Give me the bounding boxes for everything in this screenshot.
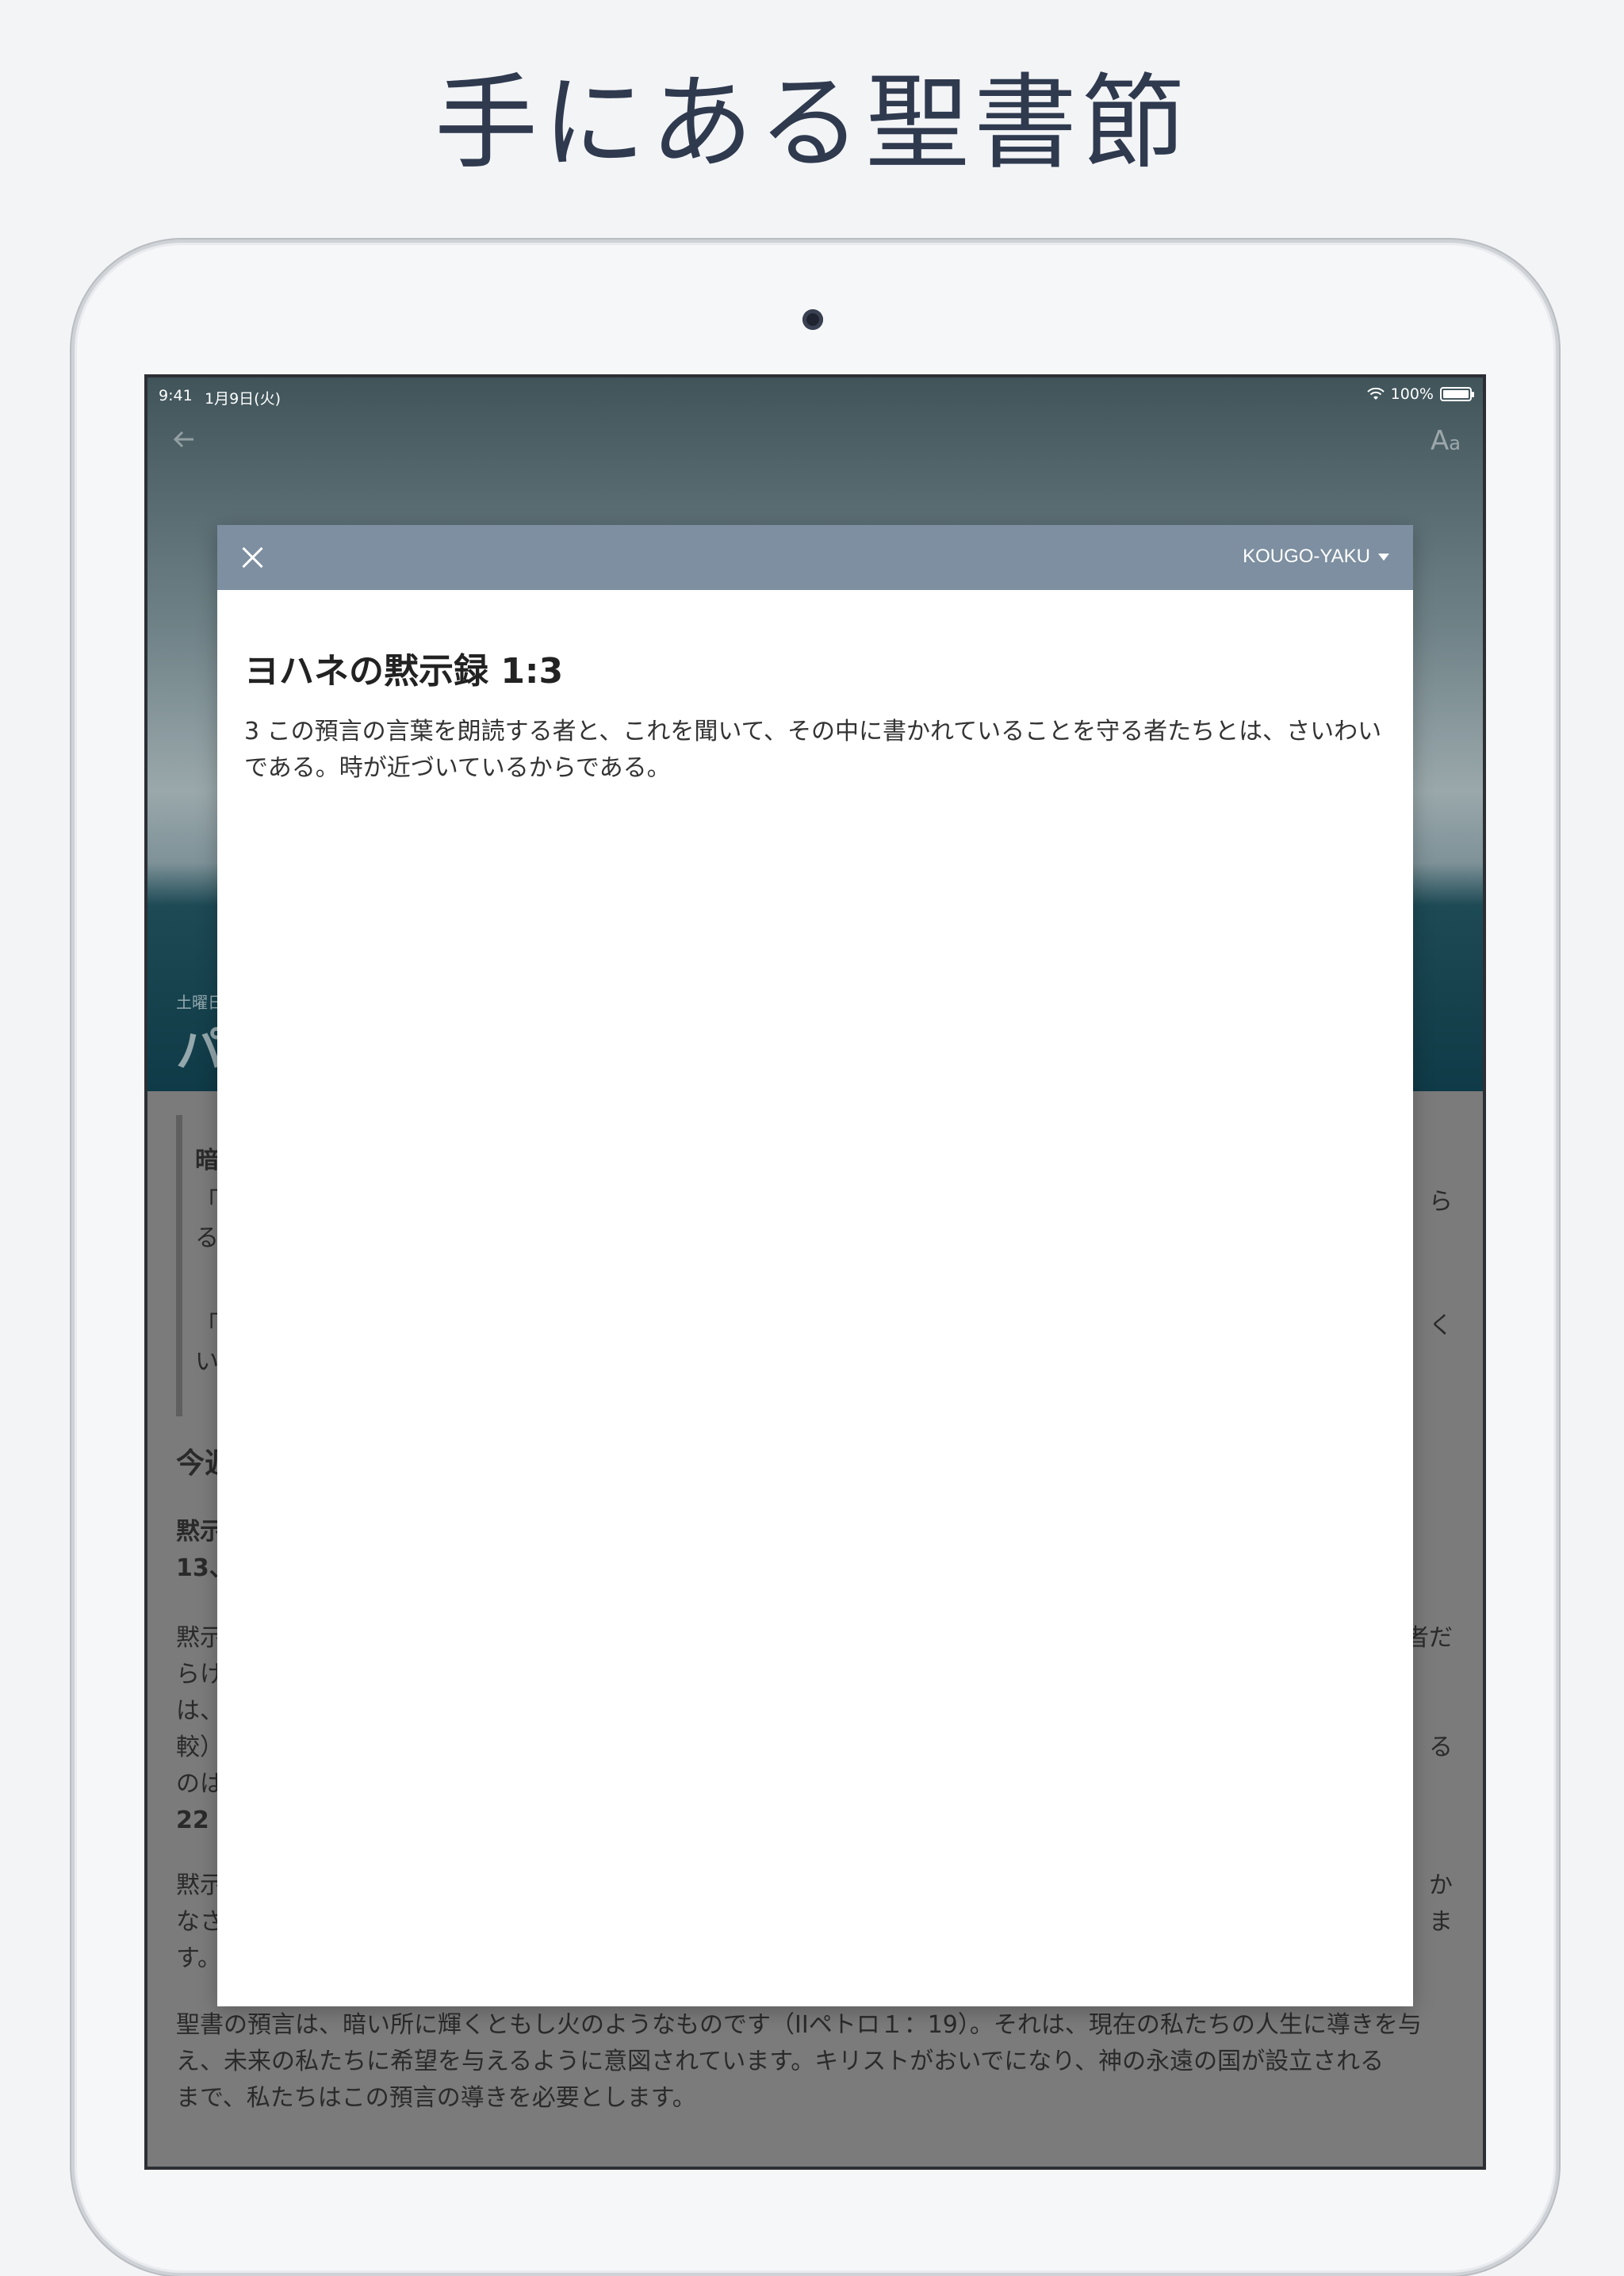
modal-toolbar: KOUGO-YAKU xyxy=(217,525,1413,590)
verse-text: 3 この預言の言葉を朗読する者と、これを聞いて、その中に書かれていることを守る者… xyxy=(244,718,1382,782)
para-line: え、未来の私たちに希望を与えるように意図されています。キリストがおいでになり、神… xyxy=(176,2048,1385,2075)
status-right: 100% xyxy=(1366,385,1474,403)
para-line: 聖書の預言は、暗い所に輝くともし火のようなものです（IIペトロ１：19）。それは… xyxy=(176,2011,1422,2039)
arrow-left-icon[interactable] xyxy=(170,425,201,457)
para-line: まで、私たちはこの預言の導きを必要とします。 xyxy=(176,2084,696,2112)
caret-down-icon xyxy=(1378,553,1389,561)
tablet-screen: 9:41 1月9日(火) 100% Aa 土曜日 パ 暗 「ら る 「く い 今… xyxy=(144,374,1486,2170)
status-bar: 9:41 1月9日(火) 100% xyxy=(147,377,1483,412)
quote-bar xyxy=(176,1115,182,1416)
font-size-icon[interactable]: Aa xyxy=(1431,425,1461,457)
version-label: KOUGO-YAKU xyxy=(1243,546,1370,567)
lesson-title: パ xyxy=(176,1023,224,1079)
page-headline: 手にある聖書節 xyxy=(434,63,1189,183)
battery-icon xyxy=(1440,387,1474,401)
status-time: 9:41 xyxy=(159,387,193,404)
close-icon[interactable] xyxy=(238,542,266,571)
wifi-icon xyxy=(1366,388,1385,400)
battery-percent: 100% xyxy=(1390,385,1434,403)
status-date: 1月9日(火) xyxy=(205,390,282,408)
camera-icon xyxy=(802,309,823,330)
verse-reference: ヨハネの黙示録 1:3 xyxy=(244,651,564,692)
lesson-day: 土曜日 xyxy=(176,993,224,1012)
version-dropdown[interactable]: KOUGO-YAKU xyxy=(1243,546,1389,568)
verse-modal: KOUGO-YAKU ヨハネの黙示録 1:3 3 この預言の言葉を朗読する者と、… xyxy=(217,525,1413,2006)
